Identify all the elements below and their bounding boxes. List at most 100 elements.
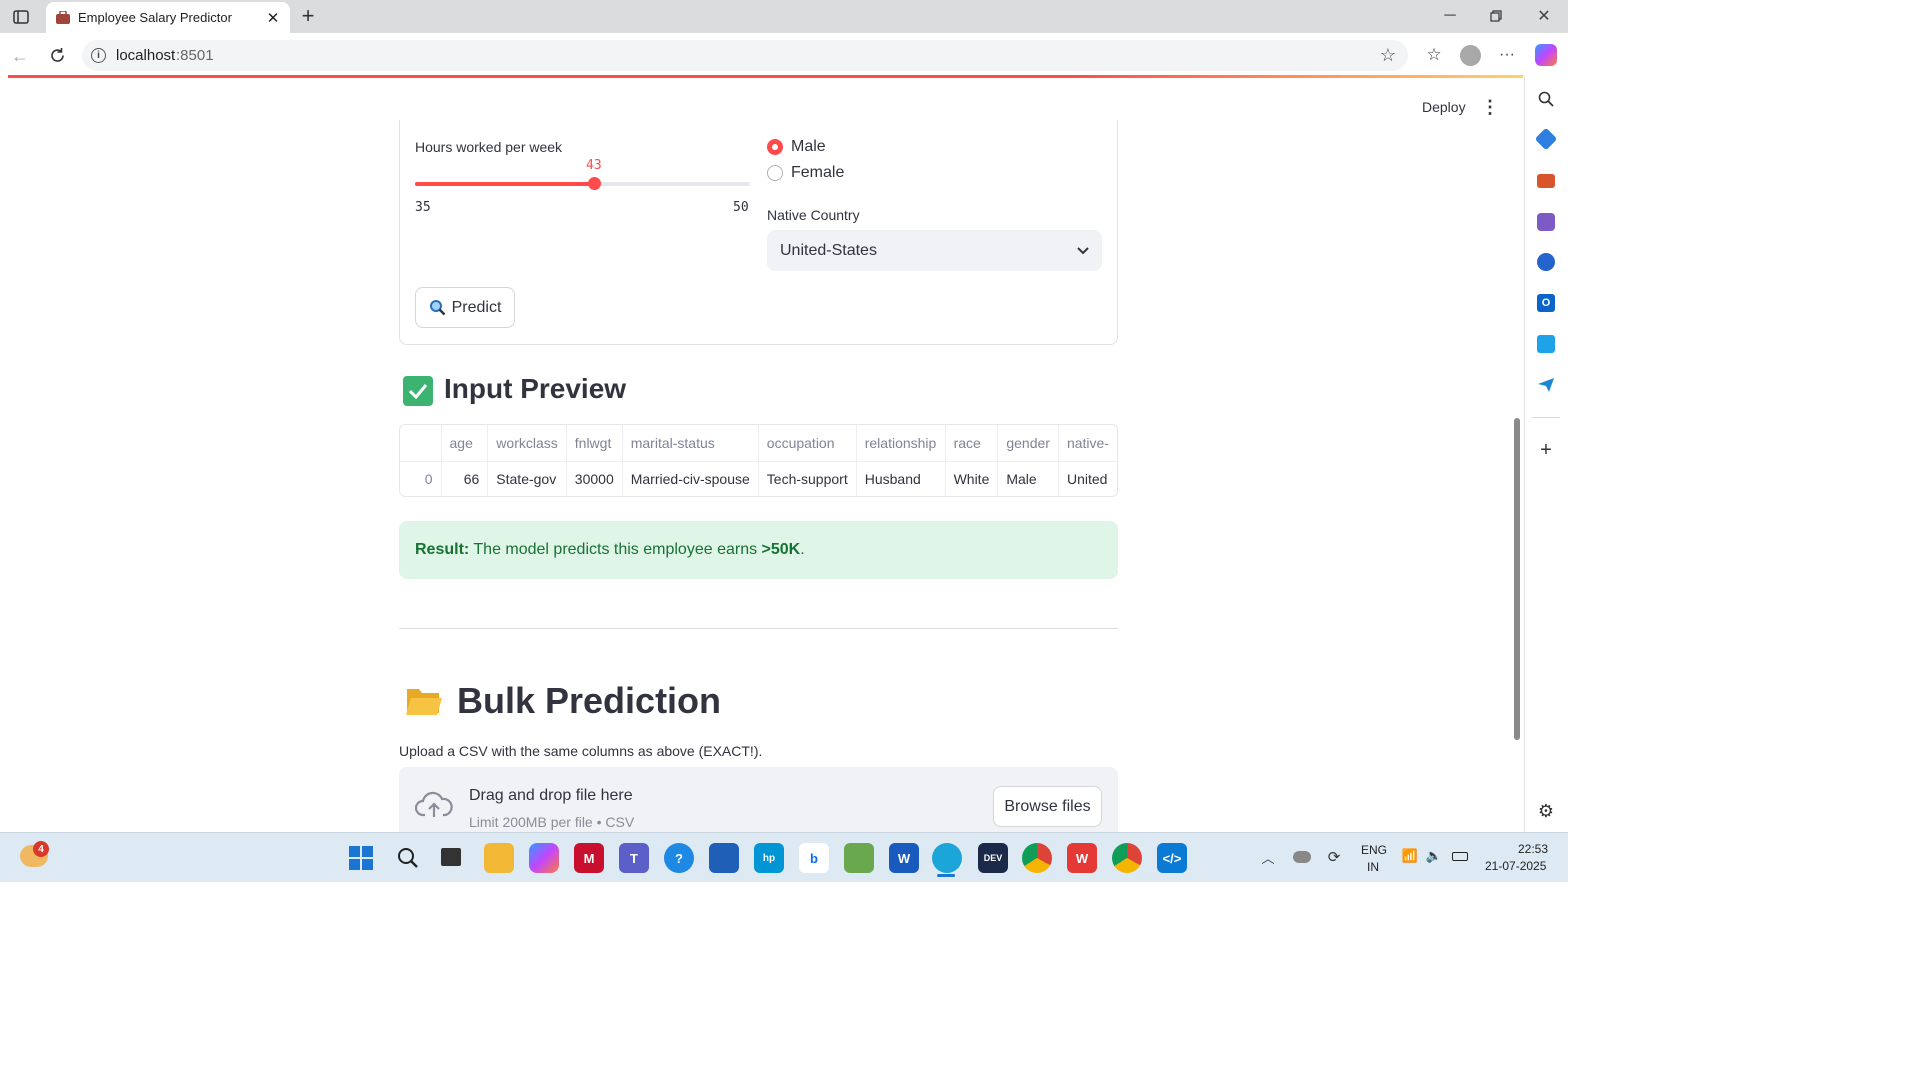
browse-files-label: Browse files xyxy=(1004,797,1091,815)
hours-slider-thumb[interactable] xyxy=(588,177,601,190)
file-uploader[interactable]: Drag and drop file here Limit 200MB per … xyxy=(399,767,1118,832)
divider xyxy=(399,628,1118,629)
table-cell: State-gov xyxy=(487,461,567,496)
language-line2[interactable]: IN xyxy=(1367,860,1379,874)
table-header-index xyxy=(400,425,442,462)
send-icon[interactable] xyxy=(1537,376,1555,394)
active-app-indicator xyxy=(937,874,955,877)
wifi-icon[interactable]: 📶 xyxy=(1401,848,1419,864)
result-alert: Result: The model predicts this employee… xyxy=(399,521,1118,579)
hours-min: 35 xyxy=(415,200,431,215)
table-cell: Married-civ-spouse xyxy=(622,461,759,496)
photos-icon[interactable] xyxy=(844,843,874,873)
battery-icon[interactable] xyxy=(1452,852,1468,861)
table-cell-index: 0 xyxy=(400,461,442,496)
tab-title: Employee Salary Predictor xyxy=(78,10,232,25)
table-header-row: age workclass fnlwgt marital-status occu… xyxy=(400,425,1117,462)
myhp-icon[interactable]: hp xyxy=(754,843,784,873)
task-view-icon[interactable] xyxy=(441,848,461,866)
bing-icon[interactable]: b xyxy=(799,843,829,873)
table-cell: 66 xyxy=(441,461,489,496)
table-header: relationship xyxy=(856,425,946,462)
outlook-icon[interactable]: O xyxy=(1537,294,1555,312)
new-tab-icon[interactable]: + xyxy=(297,3,319,28)
taskbar-search-icon[interactable] xyxy=(395,845,421,871)
check-mark-icon xyxy=(403,376,433,406)
copilot-icon[interactable] xyxy=(1535,44,1557,66)
chevron-down-icon xyxy=(1077,246,1089,255)
wps-icon[interactable]: W xyxy=(1067,843,1097,873)
country-select[interactable]: United-States xyxy=(767,230,1102,271)
favorite-star-icon[interactable]: ☆ xyxy=(1378,45,1398,65)
volume-icon[interactable]: 🔈 xyxy=(1425,848,1443,864)
clock-date[interactable]: 21-07-2025 xyxy=(1485,859,1546,873)
copilot-app-icon[interactable] xyxy=(529,843,559,873)
url-field[interactable]: i localhost :8501 ☆ xyxy=(82,40,1408,71)
teams-icon[interactable]: T xyxy=(619,843,649,873)
close-window-icon[interactable]: ✕ xyxy=(1534,6,1554,26)
table-header: native- xyxy=(1058,425,1117,462)
more-icon[interactable]: ··· xyxy=(1496,44,1518,66)
predict-button[interactable]: Predict xyxy=(415,287,515,328)
onedrive-icon[interactable] xyxy=(1293,851,1311,863)
clock-time[interactable]: 22:53 xyxy=(1518,842,1548,856)
table-cell: White xyxy=(945,461,999,496)
close-tab-icon[interactable]: ✕ xyxy=(264,9,282,27)
refresh-icon[interactable] xyxy=(46,44,68,66)
input-preview-table[interactable]: age workclass fnlwgt marital-status occu… xyxy=(399,424,1118,497)
edge-icon[interactable] xyxy=(932,843,962,873)
tab-actions-icon[interactable] xyxy=(10,6,32,28)
mcafee-icon[interactable]: M xyxy=(574,843,604,873)
main-menu-icon[interactable]: ⋮ xyxy=(1481,97,1499,117)
language-line1[interactable]: ENG xyxy=(1361,843,1387,857)
hours-slider-fill xyxy=(415,182,594,186)
drop-limit: Limit 200MB per file • CSV xyxy=(469,814,635,830)
file-explorer-icon[interactable] xyxy=(484,843,514,873)
site-info-icon[interactable]: i xyxy=(91,48,106,63)
hours-max: 50 xyxy=(733,200,749,215)
devhome-icon[interactable]: DEV xyxy=(978,843,1008,873)
table-header: fnlwgt xyxy=(566,425,623,462)
deploy-button[interactable]: Deploy xyxy=(1422,99,1466,115)
browser-tab[interactable]: Employee Salary Predictor ✕ xyxy=(46,2,290,33)
result-suffix: . xyxy=(800,541,805,558)
table-header: workclass xyxy=(487,425,567,462)
bulk-prediction-heading: Bulk Prediction xyxy=(457,680,722,721)
support-icon[interactable]: ? xyxy=(664,843,694,873)
chrome-icon[interactable] xyxy=(1022,843,1052,873)
microsoft365-icon[interactable] xyxy=(1537,253,1555,271)
profile-avatar[interactable] xyxy=(1460,45,1481,66)
favorites-icon[interactable]: ☆ xyxy=(1424,45,1444,65)
word-icon[interactable]: W xyxy=(889,843,919,873)
table-cell: Male xyxy=(997,461,1059,496)
chrome-profile-icon[interactable] xyxy=(1112,843,1142,873)
vscode-icon[interactable]: </> xyxy=(1157,843,1187,873)
chevron-up-icon[interactable]: ︿ xyxy=(1259,848,1277,866)
magnifier-icon xyxy=(429,299,446,316)
country-selected-value: United-States xyxy=(780,241,877,259)
minimize-icon[interactable]: ─ xyxy=(1440,6,1460,26)
gender-label-female: Female xyxy=(791,164,845,181)
games-icon[interactable] xyxy=(1537,213,1555,231)
gender-option-male[interactable]: Male xyxy=(767,138,826,156)
browse-files-button[interactable]: Browse files xyxy=(993,786,1102,827)
gear-icon[interactable]: ⚙ xyxy=(1536,801,1556,821)
add-icon[interactable]: + xyxy=(1536,439,1556,461)
table-cell: 30000 xyxy=(566,461,623,496)
designer-icon[interactable] xyxy=(1537,335,1555,353)
app-top-decoration xyxy=(8,75,1523,78)
gender-label-male: Male xyxy=(791,138,826,155)
briefcase-icon xyxy=(56,10,70,24)
search-icon[interactable] xyxy=(1536,89,1556,109)
gender-option-female[interactable]: Female xyxy=(767,164,844,182)
back-icon[interactable]: ← xyxy=(9,45,31,67)
url-host: localhost xyxy=(116,47,176,64)
tools-icon[interactable] xyxy=(1537,174,1555,188)
restore-icon[interactable] xyxy=(1486,6,1506,26)
store-icon[interactable] xyxy=(709,843,739,873)
sync-icon[interactable]: ⟳ xyxy=(1324,847,1344,867)
start-icon[interactable] xyxy=(349,846,373,870)
page-scrollbar[interactable] xyxy=(1514,418,1520,740)
predict-label: Predict xyxy=(451,298,502,316)
cloud-upload-icon xyxy=(414,791,453,824)
